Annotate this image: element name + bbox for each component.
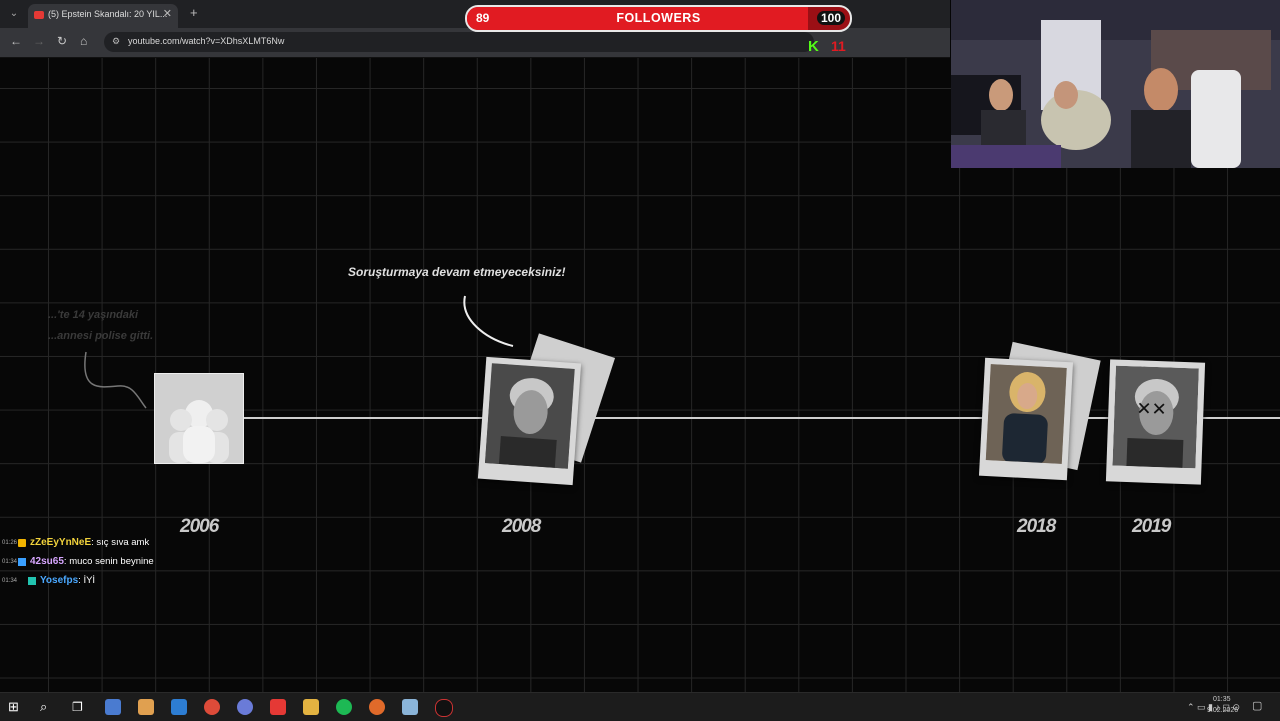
stream-chat: 01:26 zZeEyYnNeE : sıç sıva amk 01:34 42… <box>0 533 260 590</box>
windows-start-icon[interactable]: ⊞ <box>8 699 24 715</box>
clock-time[interactable]: 01:35 <box>1213 696 1231 703</box>
victim-placeholder-card <box>154 373 244 464</box>
quote-connector <box>463 295 514 347</box>
chat-text: : İYİ <box>78 575 96 586</box>
chat-username[interactable]: zZeEyYnNeE <box>30 537 91 548</box>
note-line-2: ...annesi polise gitti. <box>48 330 154 342</box>
chat-message: 01:26 zZeEyYnNeE : sıç sıva amk <box>0 533 260 552</box>
app-icon[interactable] <box>171 699 187 715</box>
app-icon[interactable] <box>402 699 418 715</box>
epstein-photo-2019: ✕✕ <box>1105 359 1206 485</box>
tab-close-icon[interactable]: ✕ <box>163 7 172 20</box>
url-text[interactable]: youtube.com/watch?v=XDhsXLMT6Nw <box>128 36 284 46</box>
timeline-note: ...'te 14 yaşındaki ...annesi polise git… <box>48 305 153 347</box>
back-arrow-icon[interactable]: ← <box>10 34 22 48</box>
home-icon[interactable]: ⌂ <box>80 34 87 48</box>
reload-icon[interactable]: ↻ <box>57 34 67 48</box>
new-tab-icon[interactable]: + <box>190 5 198 20</box>
youtube-favicon-icon <box>34 11 44 19</box>
address-bar[interactable]: ⚙ youtube.com/watch?v=XDhsXLMT6Nw <box>104 32 814 52</box>
note-connector <box>84 351 147 409</box>
tab-title: (5) Epstein Skandalı: 20 YIL... <box>48 9 168 19</box>
chat-username[interactable]: 42su65 <box>30 556 64 567</box>
crown-icon <box>18 538 26 547</box>
portrait-image: ✕✕ <box>1112 365 1199 469</box>
followers-goal: 100 <box>816 11 845 25</box>
followers-goal-bar: 89 FOLLOWERS 100 <box>465 5 852 32</box>
chat-message: 01:34 Yosefps : İYİ <box>0 571 260 590</box>
browser-tab[interactable]: (5) Epstein Skandalı: 20 YIL... ✕ <box>28 4 178 28</box>
spotify-icon[interactable] <box>336 699 352 715</box>
chat-text: : sıç sıva amk <box>91 537 150 548</box>
epstein-photo-2008 <box>477 356 582 486</box>
kick-logo-icon: K <box>808 38 819 55</box>
forward-arrow-icon[interactable]: → <box>33 34 45 48</box>
chat-text: : muco senin beynine <box>63 556 154 567</box>
year-2008: 2008 <box>502 516 541 537</box>
chat-message: 01:34 42su65 : muco senin beynine <box>0 552 260 571</box>
kick-badge-icon <box>18 557 26 566</box>
app-icon[interactable] <box>270 699 286 715</box>
notification-icon[interactable]: ▢ <box>1252 699 1262 712</box>
chrome-icon[interactable] <box>204 699 220 715</box>
chat-username[interactable]: Yosefps <box>40 575 78 586</box>
task-view-icon[interactable]: ❐ <box>72 699 88 715</box>
app-icon[interactable] <box>105 699 121 715</box>
app-icon[interactable] <box>138 699 154 715</box>
windows-taskbar: ⊞ ⌕ ❐ ⌃ ▭ ▮ ♪ ◻ ⊙ 01:35 9.02.2026 ▢ <box>0 692 1280 721</box>
year-2018: 2018 <box>1017 516 1056 537</box>
app-icon[interactable] <box>369 699 385 715</box>
note-line-1: ...'te 14 yaşındaki <box>48 309 139 321</box>
app-icon[interactable] <box>237 699 253 715</box>
obs-icon[interactable] <box>435 699 453 717</box>
chat-timestamp: 01:26 <box>2 539 18 546</box>
followers-label: FOLLOWERS <box>616 11 701 25</box>
chat-timestamp: 01:34 <box>2 577 18 584</box>
year-2019: 2019 <box>1132 516 1171 537</box>
quote-caption: Soruşturmaya devam etmeyeceksiniz! <box>348 265 566 279</box>
site-info-icon[interactable]: ⚙ <box>112 36 120 47</box>
portrait-image <box>484 363 575 469</box>
search-icon[interactable]: ⌕ <box>40 699 56 715</box>
journalist-photo-2018 <box>978 357 1074 481</box>
people-silhouette-icon <box>169 400 229 463</box>
webcam-feed-image <box>951 0 1280 168</box>
tab-search-chevron-icon[interactable]: ⌄ <box>6 6 22 22</box>
kick-viewer-count: 11 <box>831 38 846 54</box>
chat-timestamp: 01:34 <box>2 558 18 565</box>
portrait-image <box>985 364 1067 464</box>
webcam-overlay <box>951 0 1280 168</box>
kick-badge-icon <box>28 576 36 585</box>
file-explorer-icon[interactable] <box>303 699 319 715</box>
clock-date[interactable]: 9.02.2026 <box>1207 707 1238 714</box>
x-eyes-icon: ✕✕ <box>1136 398 1167 420</box>
